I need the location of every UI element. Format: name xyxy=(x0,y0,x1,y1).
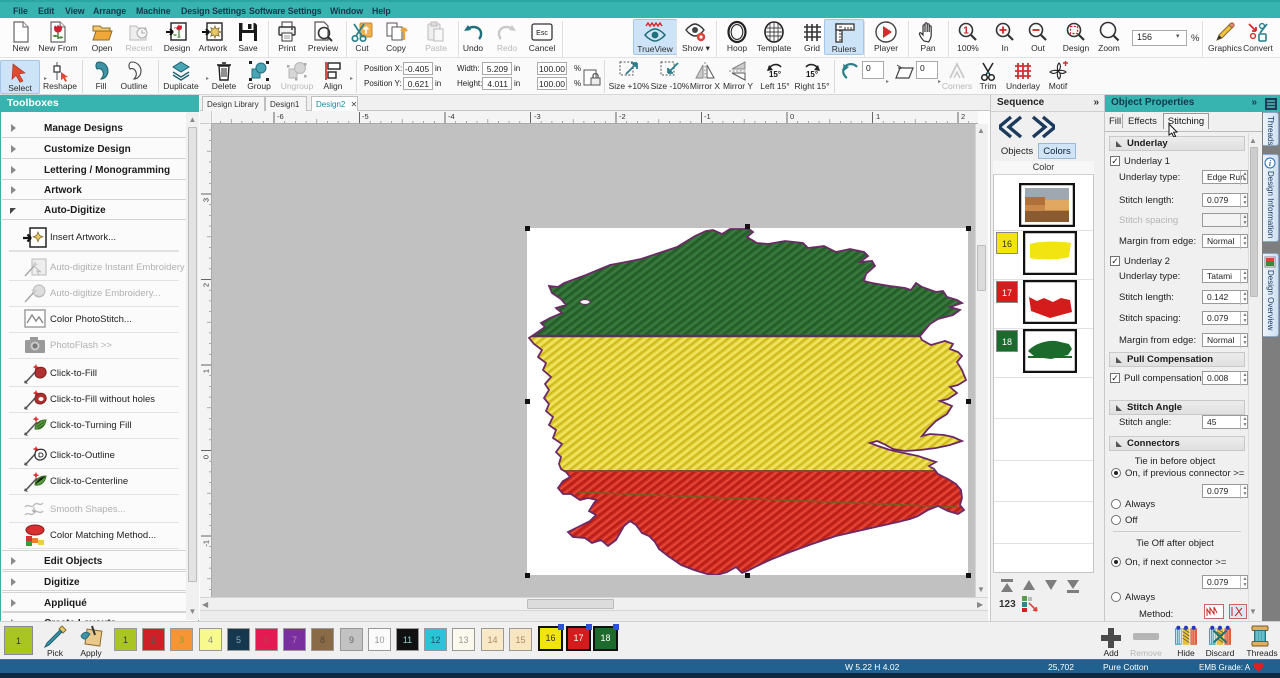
svg-text:-2: -2 xyxy=(619,112,626,121)
svg-text:-6: -6 xyxy=(277,112,284,121)
svg-text:-5: -5 xyxy=(362,112,369,121)
svg-text:-3: -3 xyxy=(534,112,541,121)
svg-text:-1: -1 xyxy=(704,112,711,121)
svg-text:2: 2 xyxy=(202,283,211,287)
svg-text:1: 1 xyxy=(202,369,211,373)
svg-text:1: 1 xyxy=(963,26,969,37)
svg-text:0: 0 xyxy=(790,112,794,121)
svg-text:-4: -4 xyxy=(448,112,455,121)
svg-text:3: 3 xyxy=(202,198,211,202)
svg-text:1: 1 xyxy=(876,112,880,121)
svg-text:15°: 15° xyxy=(806,70,818,79)
svg-text:0: 0 xyxy=(202,455,211,459)
svg-text:Esc: Esc xyxy=(536,30,548,37)
svg-text:-1: -1 xyxy=(202,540,211,547)
svg-text:2: 2 xyxy=(961,112,965,121)
svg-text:15°: 15° xyxy=(769,70,781,79)
